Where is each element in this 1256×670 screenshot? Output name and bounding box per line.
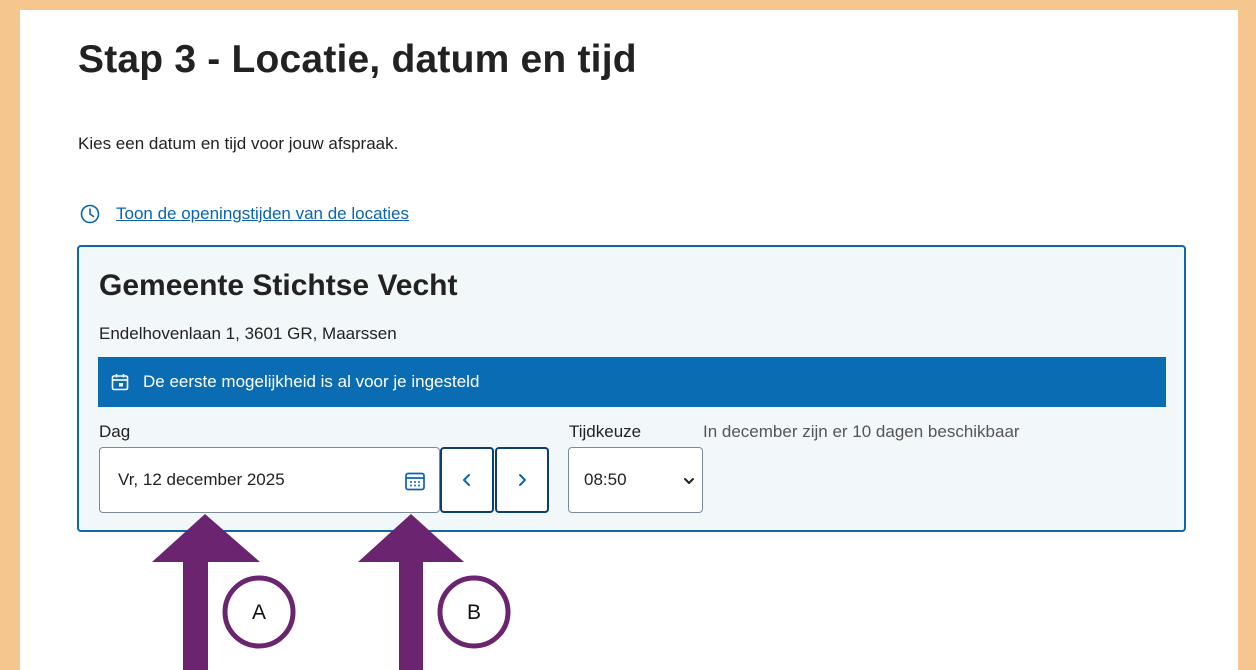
chevron-right-icon [519, 474, 526, 486]
location-address: Endelhovenlaan 1, 3601 GR, Maarssen [99, 324, 397, 343]
previous-day-button[interactable] [440, 447, 494, 513]
opening-hours-link[interactable]: Toon de openingstijden van de locaties [80, 204, 409, 224]
location-card: Gemeente Stichtse Vecht Endelhovenlaan 1… [77, 245, 1186, 532]
page-content: Stap 3 - Locatie, datum en tijd Kies een… [20, 10, 1238, 670]
first-availability-banner: De eerste mogelijkheid is al voor je ing… [98, 357, 1166, 407]
date-input[interactable]: Vr, 12 december 2025 [99, 447, 440, 513]
chevron-down-icon [684, 478, 694, 484]
location-name: Gemeente Stichtse Vecht [99, 269, 458, 302]
next-day-button[interactable] [495, 447, 549, 513]
day-label: Dag [99, 422, 131, 441]
calendar-icon [111, 374, 129, 391]
availability-text: In december zijn er 10 dagen beschikbaar [703, 422, 1020, 441]
clock-icon [80, 204, 100, 224]
opening-hours-link-text[interactable]: Toon de openingstijden van de locaties [116, 204, 409, 224]
page-title: Stap 3 - Locatie, datum en tijd [78, 38, 637, 81]
intro-text: Kies een datum en tijd voor jouw afspraa… [78, 134, 399, 153]
time-select-value: 08:50 [584, 470, 627, 489]
date-input-value: Vr, 12 december 2025 [118, 470, 285, 489]
time-label: Tijdkeuze [569, 422, 642, 441]
chevron-left-icon [463, 474, 470, 486]
banner-text: De eerste mogelijkheid is al voor je ing… [143, 372, 480, 391]
time-select[interactable]: 08:50 [568, 447, 703, 513]
calendar-picker-icon[interactable] [404, 470, 426, 492]
